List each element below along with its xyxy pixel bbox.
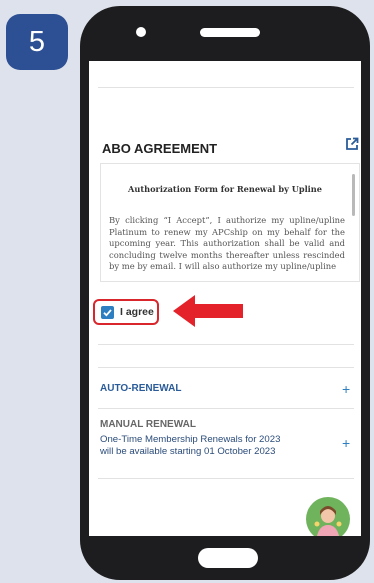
camera-dot bbox=[136, 27, 146, 37]
phone-frame: ABO AGREEMENT Authorization Form for Ren… bbox=[80, 6, 370, 580]
checkmark-icon bbox=[103, 309, 112, 317]
manual-renewal-label[interactable]: MANUAL RENEWAL bbox=[100, 419, 196, 430]
manual-note-line-1: One-Time Membership Renewals for 2023 bbox=[100, 434, 281, 445]
step-number: 5 bbox=[28, 25, 46, 58]
step-number-badge: 5 bbox=[6, 14, 68, 70]
agree-checkbox-highlight[interactable]: I agree bbox=[93, 299, 159, 325]
red-arrow-icon bbox=[173, 295, 243, 327]
divider bbox=[98, 367, 354, 368]
agreement-text-box[interactable]: Authorization Form for Renewal by Upline… bbox=[100, 163, 360, 282]
manual-renewal-note: One-Time Membership Renewals for 2023 wi… bbox=[100, 434, 320, 458]
section-title-abo-agreement: ABO AGREEMENT bbox=[102, 141, 218, 156]
divider bbox=[98, 408, 354, 409]
agree-checkbox[interactable] bbox=[101, 306, 114, 319]
divider bbox=[98, 344, 354, 345]
app-screen: ABO AGREEMENT Authorization Form for Ren… bbox=[89, 61, 361, 536]
agreement-form-title: Authorization Form for Renewal by Upline bbox=[128, 184, 322, 194]
manual-note-line-2: will be available starting 01 October 20… bbox=[100, 446, 276, 457]
plus-icon[interactable]: + bbox=[342, 436, 350, 450]
external-link-icon[interactable] bbox=[345, 137, 359, 151]
plus-icon[interactable]: + bbox=[342, 382, 350, 396]
speaker-slot bbox=[200, 28, 260, 37]
chat-avatar-icon[interactable] bbox=[306, 497, 350, 536]
divider bbox=[98, 87, 354, 88]
divider bbox=[98, 478, 354, 479]
scrollbar-thumb[interactable] bbox=[352, 174, 355, 216]
agreement-body-text: By clicking “I Accept”, I authorize my u… bbox=[109, 215, 345, 272]
auto-renewal-label[interactable]: AUTO-RENEWAL bbox=[100, 383, 181, 394]
home-button[interactable] bbox=[198, 548, 258, 568]
agree-label: I agree bbox=[120, 306, 154, 318]
